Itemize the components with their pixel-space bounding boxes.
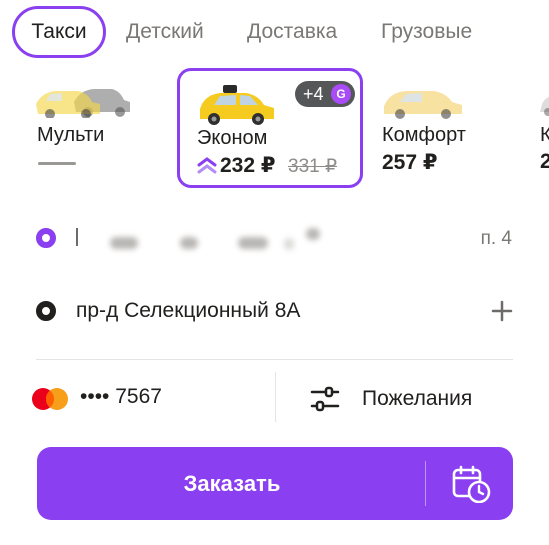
plus-icon[interactable] bbox=[491, 300, 513, 322]
tariff-card-multi[interactable]: Мульти bbox=[28, 68, 148, 188]
econom-car-icon bbox=[200, 85, 274, 125]
tab-kids[interactable]: Детский bbox=[126, 6, 204, 58]
no-price-dash bbox=[38, 162, 76, 165]
origin-text-start bbox=[76, 228, 94, 246]
tariff-card-comfort[interactable]: Комфорт 257 ₽ bbox=[374, 68, 494, 188]
tariff-name: Эконом bbox=[197, 127, 268, 149]
mastercard-icon bbox=[32, 388, 68, 410]
comfort-car-icon bbox=[384, 91, 462, 119]
payment-wishes-row: •••• 7567 Пожелания bbox=[0, 372, 549, 426]
tariff-price: 2 bbox=[540, 150, 549, 173]
calendar-clock-icon[interactable] bbox=[451, 465, 491, 503]
destination-dot-icon bbox=[36, 301, 56, 321]
tariff-name: Мульти bbox=[37, 124, 105, 146]
tariff-name: Комфорт bbox=[382, 124, 466, 146]
route-to[interactable]: пр-д Селекционный 8А bbox=[0, 283, 549, 339]
tariff-carousel: Мульти +4 G Эконом 232 ₽ 331 ₽ Комфорт 2… bbox=[0, 64, 549, 194]
origin-entrance: п. 4 bbox=[480, 228, 512, 249]
payment-method[interactable] bbox=[30, 386, 70, 412]
vertical-divider bbox=[275, 372, 276, 422]
tab-delivery[interactable]: Доставка bbox=[247, 6, 337, 58]
plus-cashback-badge: +4 G bbox=[295, 81, 355, 107]
redacted-text bbox=[180, 237, 198, 249]
tariff-old-price: 331 ₽ bbox=[288, 156, 338, 177]
order-button[interactable]: Заказать bbox=[37, 447, 513, 520]
button-divider bbox=[425, 461, 426, 506]
next-car-icon bbox=[540, 96, 549, 116]
destination-address: пр-д Селекционный 8А bbox=[76, 299, 301, 322]
redacted-text bbox=[110, 237, 138, 249]
sliders-icon[interactable] bbox=[310, 386, 340, 412]
plus-coin-icon: G bbox=[331, 84, 351, 104]
category-tabs: Такси Детский Доставка Грузовые bbox=[0, 0, 549, 64]
redacted-text bbox=[284, 238, 294, 250]
redacted-text bbox=[306, 228, 320, 240]
tab-taxi[interactable]: Такси bbox=[12, 6, 106, 58]
order-label: Заказать bbox=[183, 471, 281, 496]
tariff-price: 232 ₽ bbox=[220, 154, 276, 177]
tariff-name: К bbox=[540, 124, 549, 146]
wishes-button[interactable]: Пожелания bbox=[362, 387, 472, 411]
divider bbox=[36, 359, 513, 360]
badge-value: +4 bbox=[303, 84, 324, 104]
multi-cars-icon bbox=[36, 89, 130, 118]
tariff-card-next[interactable]: К 2 bbox=[532, 68, 549, 188]
card-number[interactable]: •••• 7567 bbox=[80, 385, 162, 409]
redacted-text bbox=[238, 237, 268, 249]
tab-cargo[interactable]: Грузовые bbox=[381, 6, 472, 58]
surge-chevrons-icon bbox=[197, 157, 217, 174]
tariff-price: 257 ₽ bbox=[382, 151, 438, 174]
route-from[interactable]: п. 4 bbox=[0, 210, 549, 266]
origin-dot-icon bbox=[36, 228, 56, 248]
tariff-card-econom[interactable]: +4 G Эконом 232 ₽ 331 ₽ bbox=[177, 68, 363, 188]
